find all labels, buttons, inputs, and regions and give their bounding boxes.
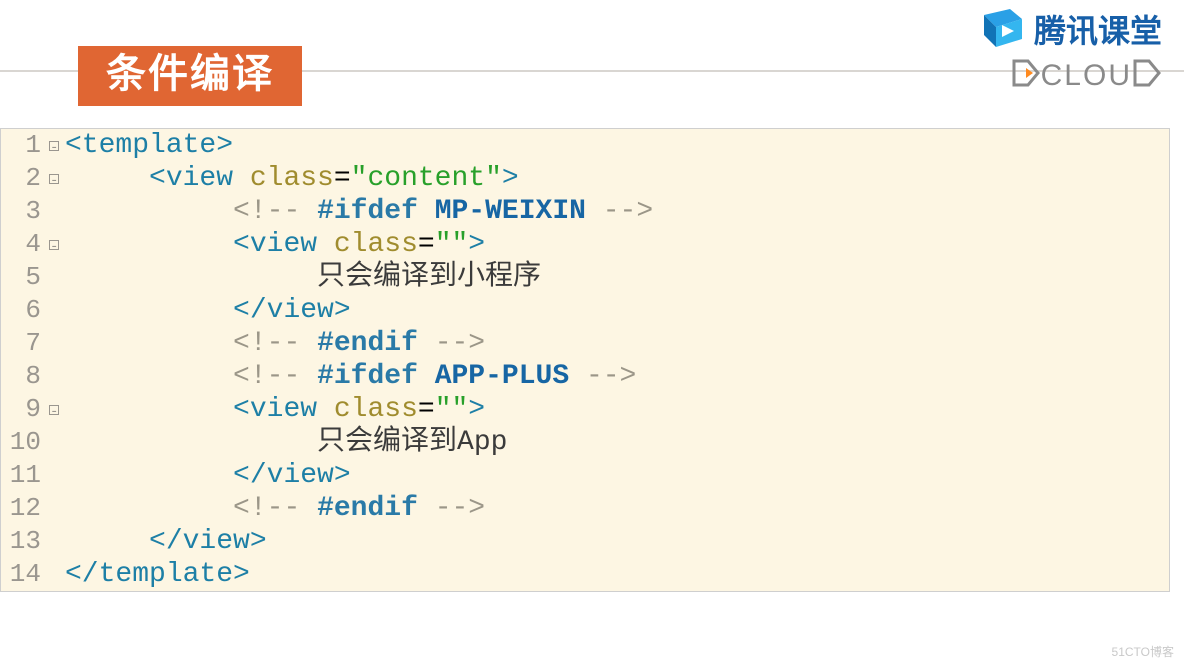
code-line: 9 <view class=""> [1, 393, 1169, 426]
line-number: 2 [1, 162, 47, 195]
line-number: 4 [1, 228, 47, 261]
code-line: 5 只会编译到小程序 [1, 261, 1169, 294]
line-number: 8 [1, 360, 47, 393]
line-number: 3 [1, 195, 47, 228]
dcloud-text: CLOU [1041, 59, 1132, 93]
dcloud-end-icon [1132, 58, 1162, 93]
code-content: <!-- #ifdef APP-PLUS --> [61, 360, 636, 393]
fold-toggle-icon[interactable] [47, 162, 61, 195]
code-line: 7 <!-- #endif --> [1, 327, 1169, 360]
code-content: <!-- #endif --> [61, 492, 485, 525]
code-line: 12 <!-- #endif --> [1, 492, 1169, 525]
fold-gutter [47, 327, 61, 360]
fold-gutter [47, 426, 61, 459]
code-line: 13 </view> [1, 525, 1169, 558]
line-number: 14 [1, 558, 47, 591]
fold-toggle-icon[interactable] [47, 393, 61, 426]
code-content: 只会编译到小程序 [61, 261, 541, 294]
dcloud-logo: CLOU [1011, 58, 1162, 93]
tencent-classroom-logo: 腾讯课堂 [972, 6, 1162, 52]
code-content: <!-- #ifdef MP-WEIXIN --> [61, 195, 653, 228]
line-number: 7 [1, 327, 47, 360]
line-number: 10 [1, 426, 47, 459]
code-line: 10 只会编译到App [1, 426, 1169, 459]
code-content: </view> [61, 294, 351, 327]
fold-toggle-icon[interactable] [47, 129, 61, 162]
code-content: </template> [61, 558, 250, 591]
code-content: <template> [61, 129, 233, 162]
code-content: </view> [61, 459, 351, 492]
code-content: <view class="content"> [61, 162, 519, 195]
line-number: 1 [1, 129, 47, 162]
line-number: 11 [1, 459, 47, 492]
dcloud-d-icon [1011, 58, 1041, 93]
line-number: 9 [1, 393, 47, 426]
line-number: 6 [1, 294, 47, 327]
code-line: 14 </template> [1, 558, 1169, 591]
page-title: 条件编译 [106, 52, 274, 96]
code-line: 11 </view> [1, 459, 1169, 492]
code-content: <view class=""> [61, 228, 485, 261]
code-line: 6 </view> [1, 294, 1169, 327]
tencent-classroom-label: 腾讯课堂 [1034, 6, 1162, 52]
line-number: 12 [1, 492, 47, 525]
watermark: 51CTO博客 [1112, 643, 1174, 660]
code-line: 2 <view class="content"> [1, 162, 1169, 195]
code-content: <!-- #endif --> [61, 327, 485, 360]
code-line: 1 <template> [1, 129, 1169, 162]
page-title-badge: 条件编译 [78, 46, 302, 106]
fold-toggle-icon[interactable] [47, 228, 61, 261]
line-number: 5 [1, 261, 47, 294]
fold-gutter [47, 294, 61, 327]
line-number: 13 [1, 525, 47, 558]
fold-gutter [47, 525, 61, 558]
code-editor: 1<template>2 <view class="content">3 <!-… [0, 128, 1170, 592]
fold-gutter [47, 492, 61, 525]
fold-gutter [47, 261, 61, 294]
code-content: 只会编译到App [61, 426, 507, 459]
code-line: 3 <!-- #ifdef MP-WEIXIN --> [1, 195, 1169, 228]
brand-area: 腾讯课堂 CLOU [972, 6, 1162, 93]
fold-gutter [47, 459, 61, 492]
code-content: <view class=""> [61, 393, 485, 426]
play-cube-icon [972, 9, 1026, 49]
code-line: 8 <!-- #ifdef APP-PLUS --> [1, 360, 1169, 393]
fold-gutter [47, 558, 61, 591]
fold-gutter [47, 195, 61, 228]
code-line: 4 <view class=""> [1, 228, 1169, 261]
code-content: </view> [61, 525, 267, 558]
fold-gutter [47, 360, 61, 393]
